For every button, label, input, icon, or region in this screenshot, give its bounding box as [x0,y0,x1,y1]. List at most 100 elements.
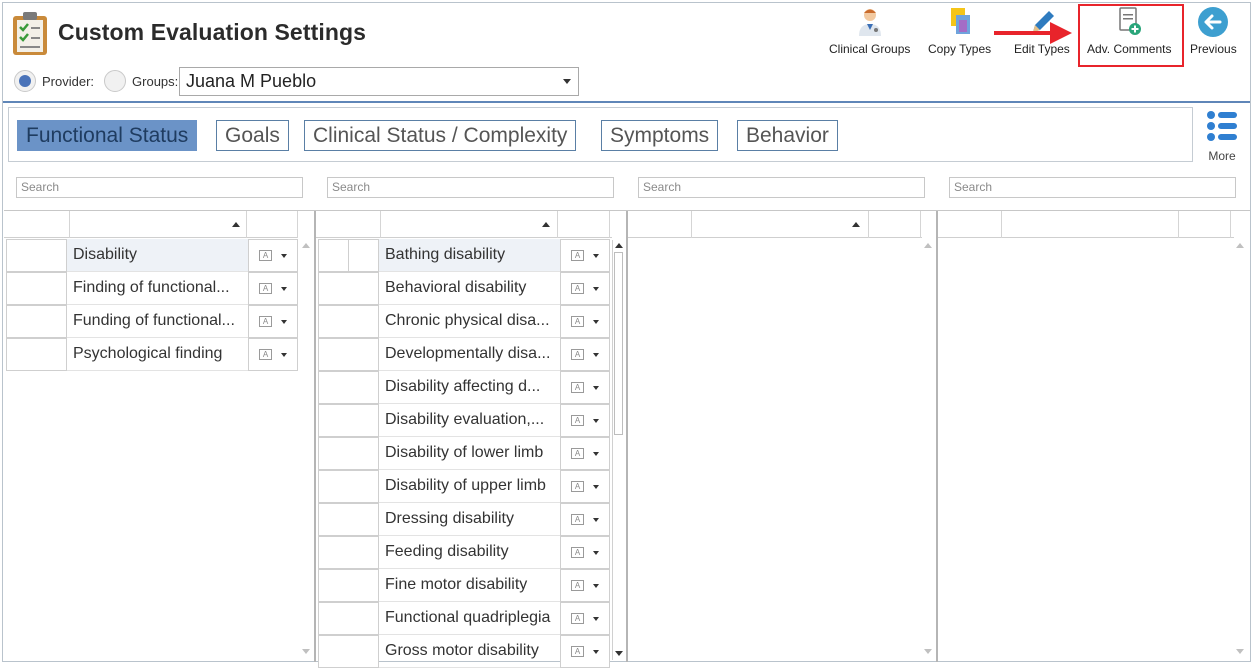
scrollbar-col1[interactable] [300,241,312,659]
row-label: Feeding disability [379,536,560,569]
search-input-col3[interactable]: Search [638,177,925,198]
groups-radio[interactable] [104,70,127,92]
row-label: Disability evaluation,... [379,404,560,437]
list-item[interactable]: Disability of lower limb A [318,437,610,470]
chevron-down-icon [593,451,599,456]
row-comment-dropdown[interactable]: A [560,503,610,536]
provider-radio[interactable] [14,70,36,92]
sort-header[interactable] [70,211,247,238]
row-comment-dropdown[interactable]: A [560,371,610,404]
list-item[interactable]: Disability evaluation,... A [318,404,610,437]
row-checkbox-cell[interactable] [318,305,379,338]
row-label: Disability of lower limb [379,437,560,470]
text-format-icon: A [259,349,272,360]
row-checkbox-cell[interactable] [6,239,67,272]
list-item[interactable]: Disability of upper limb A [318,470,610,503]
list-item[interactable]: Feeding disability A [318,536,610,569]
chevron-down-icon [593,385,599,390]
scrollbar-col2[interactable] [612,240,624,660]
chevron-down-icon [593,352,599,357]
copy-types-button[interactable]: Copy Types [928,6,991,64]
list-item[interactable]: Gross motor disability A [318,635,610,668]
tab-clinical-status[interactable]: Clinical Status / Complexity [304,120,577,151]
row-comment-dropdown[interactable]: A [560,338,610,371]
previous-button[interactable]: Previous [1190,6,1237,64]
chevron-down-icon [593,517,599,522]
row-checkbox-cell[interactable] [318,404,379,437]
row-checkbox-cell[interactable] [318,602,379,635]
tab-symptoms[interactable]: Symptoms [601,120,719,151]
row-checkbox-cell[interactable] [318,569,379,602]
row-label: Funding of functional... [67,305,248,338]
text-format-icon: A [571,448,584,459]
row-checkbox-cell[interactable] [6,338,67,371]
row-comment-dropdown[interactable]: A [560,305,610,338]
list-item[interactable]: Finding of functional... A [6,272,298,305]
sort-header[interactable] [692,211,869,238]
scrollbar-col3[interactable] [922,241,934,659]
tab-goals[interactable]: Goals [216,120,289,151]
search-input-col1[interactable]: Search [16,177,303,198]
list-item[interactable]: Functional quadriplegia A [318,602,610,635]
text-format-icon: A [571,580,584,591]
clinical-groups-button[interactable]: Clinical Groups [829,6,910,64]
column-header [938,211,1234,238]
row-label: Bathing disability [379,239,560,272]
more-label: More [1208,149,1236,163]
text-format-icon: A [571,547,584,558]
row-comment-dropdown[interactable]: A [560,239,610,272]
grid-column-4 [938,211,1250,662]
row-comment-dropdown[interactable]: A [560,635,610,668]
row-comment-dropdown[interactable]: A [560,536,610,569]
row-comment-dropdown[interactable]: A [560,272,610,305]
row-comment-dropdown[interactable]: A [560,602,610,635]
search-input-col2[interactable]: Search [327,177,614,198]
scrollbar-thumb[interactable] [614,252,623,435]
column-header [4,211,298,238]
row-checkbox-cell[interactable] [318,437,379,470]
scrollbar-col4[interactable] [1234,241,1246,659]
list-item[interactable]: Fine motor disability A [318,569,610,602]
row-comment-dropdown[interactable]: A [248,272,298,305]
row-checkbox-cell[interactable] [318,470,379,503]
search-input-col4[interactable]: Search [949,177,1236,198]
row-label: Behavioral disability [379,272,560,305]
list-item[interactable]: Dressing disability A [318,503,610,536]
list-item[interactable]: Chronic physical disa... A [318,305,610,338]
row-label: Disability of upper limb [379,470,560,503]
list-item[interactable]: Funding of functional... A [6,305,298,338]
row-comment-dropdown[interactable]: A [560,470,610,503]
row-label: Finding of functional... [67,272,248,305]
row-comment-dropdown[interactable]: A [248,239,298,272]
row-checkbox-cell[interactable] [318,272,379,305]
list-item[interactable]: Psychological finding A [6,338,298,371]
tab-functional-status[interactable]: Functional Status [17,120,198,151]
row-comment-dropdown[interactable]: A [560,437,610,470]
chevron-down-icon [593,319,599,324]
row-comment-dropdown[interactable]: A [248,305,298,338]
list-item[interactable]: Disability affecting d... A [318,371,610,404]
list-item[interactable]: Behavioral disability A [318,272,610,305]
row-checkbox-cell[interactable] [318,239,379,272]
sort-header[interactable] [381,211,558,238]
row-comment-dropdown[interactable]: A [560,569,610,602]
row-checkbox-cell[interactable] [318,635,379,668]
clipboard-icon [13,12,47,55]
row-checkbox-cell[interactable] [6,272,67,305]
row-checkbox-cell[interactable] [318,503,379,536]
list-item[interactable]: Bathing disability A [318,239,610,272]
chevron-down-icon [281,286,287,291]
list-item[interactable]: Developmentally disa... A [318,338,610,371]
row-checkbox-cell[interactable] [318,338,379,371]
row-checkbox-cell[interactable] [318,371,379,404]
row-comment-dropdown[interactable]: A [248,338,298,371]
provider-select[interactable]: Juana M Pueblo [179,67,579,96]
list-item[interactable]: Disability A [6,239,298,272]
row-checkbox-cell[interactable] [318,536,379,569]
row-comment-dropdown[interactable]: A [560,404,610,437]
more-button[interactable]: More [1203,110,1241,163]
chevron-down-icon [563,79,571,84]
tab-behavior[interactable]: Behavior [737,120,838,151]
chevron-down-icon [593,418,599,423]
row-checkbox-cell[interactable] [6,305,67,338]
